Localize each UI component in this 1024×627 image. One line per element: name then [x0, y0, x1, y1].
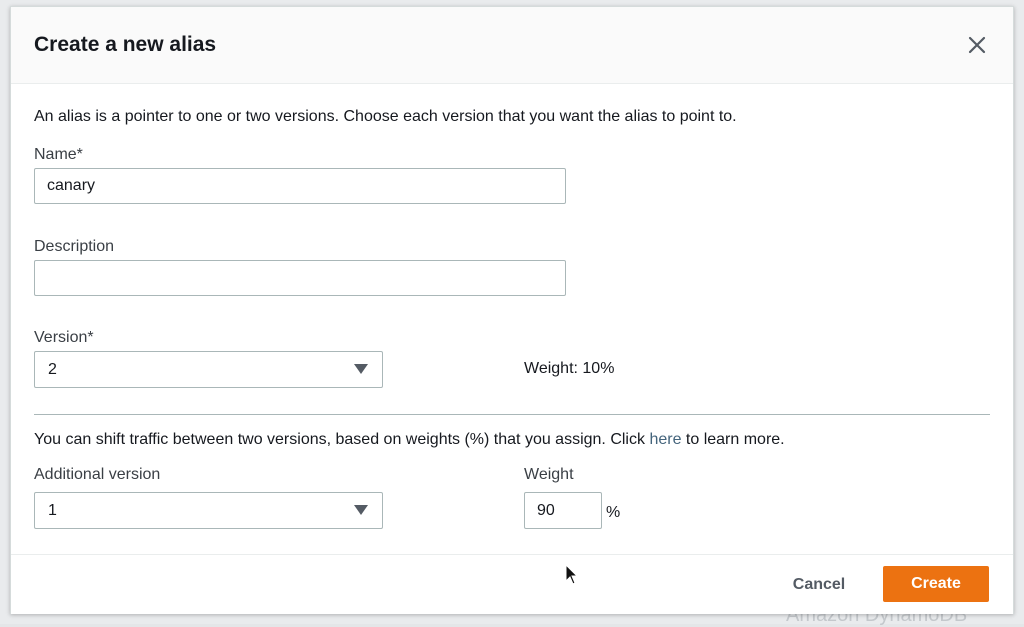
create-alias-dialog: Create a new alias An alias is a pointer…	[10, 6, 1014, 614]
weight-input[interactable]	[524, 492, 602, 529]
learn-more-link[interactable]: here	[649, 431, 681, 448]
description-input[interactable]	[34, 260, 566, 296]
create-button[interactable]: Create	[883, 566, 989, 602]
dialog-body: An alias is a pointer to one or two vers…	[11, 84, 1013, 554]
shift-traffic-text-before: You can shift traffic between two versio…	[34, 431, 650, 448]
additional-version-select[interactable]: 1	[34, 492, 383, 529]
mouse-pointer-icon	[565, 564, 579, 585]
additional-version-selected-value: 1	[48, 502, 57, 519]
caret-down-icon	[354, 505, 368, 515]
version-select[interactable]: 2	[34, 351, 383, 388]
name-label: Name*	[34, 146, 83, 163]
additional-version-label: Additional version	[34, 466, 161, 483]
close-button[interactable]	[963, 31, 991, 59]
caret-down-icon	[354, 364, 368, 374]
dialog-header: Create a new alias	[11, 7, 1013, 84]
weight-unit: %	[606, 504, 621, 521]
close-icon	[968, 36, 986, 54]
version-label: Version*	[34, 329, 94, 346]
dialog-title: Create a new alias	[34, 33, 217, 56]
intro-text: An alias is a pointer to one or two vers…	[34, 108, 737, 125]
version-selected-value: 2	[48, 361, 57, 378]
name-input[interactable]	[34, 168, 566, 204]
cancel-button[interactable]: Cancel	[769, 571, 869, 599]
shift-traffic-text-after: to learn more.	[681, 431, 785, 448]
shift-traffic-text: You can shift traffic between two versio…	[34, 431, 785, 449]
section-divider	[34, 414, 990, 415]
version-weight-text: Weight: 10%	[524, 360, 615, 377]
description-label: Description	[34, 238, 115, 255]
dialog-footer: Cancel Create	[11, 554, 1013, 614]
weight-label: Weight	[524, 466, 574, 483]
